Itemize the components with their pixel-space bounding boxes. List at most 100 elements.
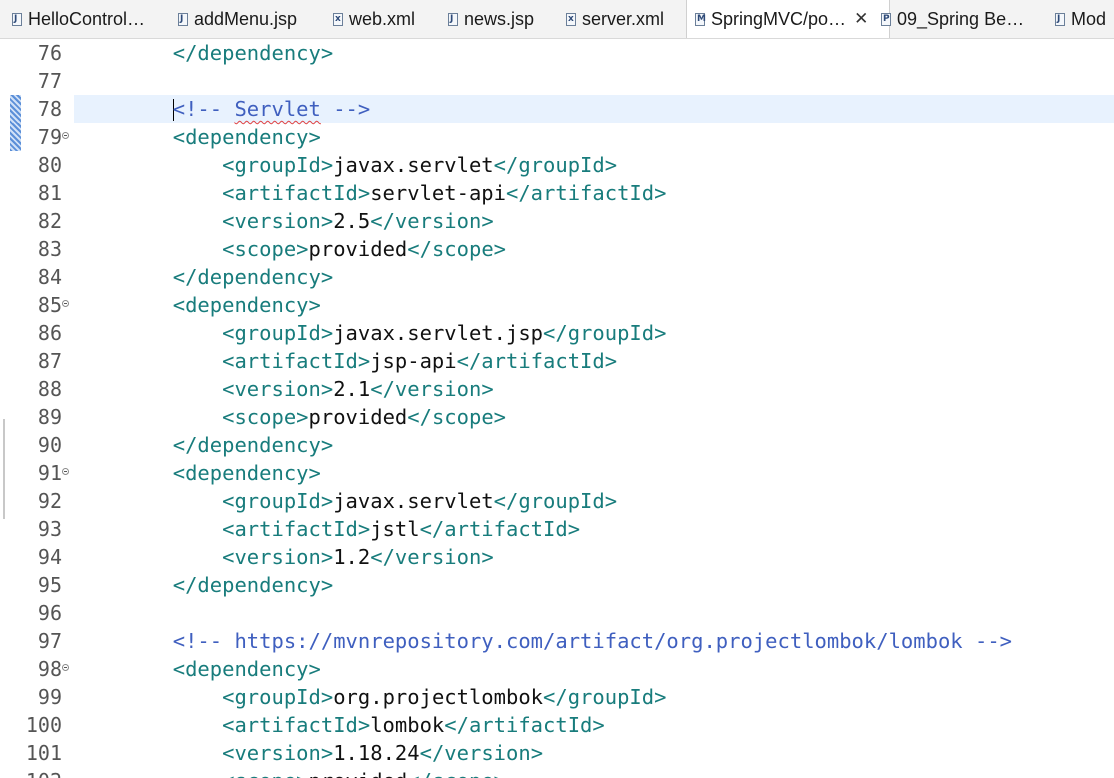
code-text: <groupId>org.projectlombok</groupId>: [74, 683, 666, 711]
code-line[interactable]: 96: [0, 599, 1114, 627]
code-text: </dependency>: [74, 431, 333, 459]
xml-text: jstl: [370, 517, 420, 541]
xml-tag: </version>: [370, 545, 494, 569]
code-line[interactable]: 87 <artifactId>jsp-api</artifactId>: [0, 347, 1114, 375]
xml-tag: <version>: [222, 545, 334, 569]
line-number: 86: [37, 321, 62, 345]
code-text: <groupId>javax.servlet</groupId>: [74, 487, 617, 515]
code-line[interactable]: 90 </dependency>: [0, 431, 1114, 459]
editor-tab-bar: J HelloControl… JaddMenu.jsp x web.xml Jnews.…: [0, 0, 1114, 39]
code-line[interactable]: 82 <version>2.5</version>: [0, 207, 1114, 235]
xml-text: 2.1: [333, 377, 371, 401]
file-icon: J: [448, 12, 458, 26]
code-line[interactable]: 94 <version>1.2</version>: [0, 543, 1114, 571]
line-number: 92: [37, 489, 62, 513]
xml-tag: </artifactId>: [444, 713, 605, 737]
fold-toggle-icon[interactable]: [62, 300, 69, 307]
tab-0[interactable]: J HelloControl…: [12, 0, 172, 38]
line-number: 76: [37, 41, 62, 65]
code-line[interactable]: 98 <dependency>: [0, 655, 1114, 683]
code-line[interactable]: 93 <artifactId>jstl</artifactId>: [0, 515, 1114, 543]
tab-7[interactable]: J Mod: [1055, 0, 1114, 38]
xml-tag: <groupId>: [222, 489, 334, 513]
xml-tag: <groupId>: [222, 321, 334, 345]
fold-toggle-icon[interactable]: [62, 468, 69, 475]
line-number: 83: [37, 237, 62, 261]
code-line[interactable]: 81 <artifactId>servlet-api</artifactId>: [0, 179, 1114, 207]
code-line[interactable]: 79 <dependency>: [0, 123, 1114, 151]
file-icon: J: [178, 12, 188, 26]
tab-5[interactable]: M SpringMVC/po… ✕: [686, 0, 890, 38]
code-text: <version>1.2</version>: [74, 543, 494, 571]
file-icon-glyph: P: [883, 13, 890, 24]
code-line[interactable]: 77: [0, 67, 1114, 95]
code-text: <groupId>javax.servlet</groupId>: [74, 151, 617, 179]
tab-2[interactable]: x web.xml: [333, 0, 443, 38]
code-text: <dependency>: [74, 655, 321, 683]
xml-text: provided: [308, 405, 408, 429]
code-editor[interactable]: 76 </dependency> 77 78 <!-- Servlet --> 79 …: [0, 39, 1114, 778]
xml-tag: </dependency>: [172, 265, 334, 289]
xml-text: provided: [309, 769, 408, 778]
xml-tag: <artifactId>: [222, 349, 371, 373]
code-line[interactable]: 83 <scope>provided</scope>: [0, 235, 1114, 263]
code-line[interactable]: 84 </dependency>: [0, 263, 1114, 291]
line-number: 102: [22, 767, 62, 778]
tab-6[interactable]: P 09_Spring Be…: [881, 0, 1051, 38]
line-number: 101: [25, 741, 62, 765]
code-line[interactable]: 95 </dependency>: [0, 571, 1114, 599]
fold-toggle-icon[interactable]: [62, 132, 69, 139]
tab-label: web.xml: [349, 8, 416, 29]
code-line[interactable]: 89 <scope>provided</scope>: [0, 403, 1114, 431]
close-icon[interactable]: ✕: [854, 9, 868, 29]
xml-tag: <artifactId>: [222, 713, 371, 737]
code-line[interactable]: 102 <scope>provided</scope>: [0, 767, 1114, 778]
xml-text: javax.servlet.jsp: [333, 321, 544, 345]
code-line[interactable]: 97 <!-- https://mvnrepository.com/artifa…: [0, 627, 1114, 655]
xml-tag: </groupId>: [493, 489, 618, 513]
code-line[interactable]: 101 <version>1.18.24</version>: [0, 739, 1114, 767]
code-text: <version>2.1</version>: [74, 375, 494, 403]
code-line[interactable]: 76 </dependency>: [0, 39, 1114, 67]
code-line[interactable]: 100 <artifactId>lombok</artifactId>: [0, 711, 1114, 739]
code-line[interactable]: 91 <dependency>: [0, 459, 1114, 487]
xml-tag: </artifactId>: [419, 517, 581, 541]
code-line[interactable]: 88 <version>2.1</version>: [0, 375, 1114, 403]
xml-tag: <dependency>: [172, 461, 321, 485]
code-text: <artifactId>jsp-api</artifactId>: [74, 347, 617, 375]
code-line[interactable]: 92 <groupId>javax.servlet</groupId>: [0, 487, 1114, 515]
xml-tag: </groupId>: [543, 685, 667, 709]
code-line[interactable]: 86 <groupId>javax.servlet.jsp</groupId>: [0, 319, 1114, 347]
xml-tag: <scope>: [222, 237, 309, 261]
code-text: <scope>provided</scope>: [74, 767, 506, 778]
xml-tag: <artifactId>: [222, 517, 371, 541]
line-number: 94: [37, 545, 62, 569]
tab-label: 09_Spring Be…: [897, 8, 1025, 29]
tab-3[interactable]: Jnews.jsp: [448, 0, 563, 38]
code-line[interactable]: 85 <dependency>: [0, 291, 1114, 319]
code-text: <groupId>javax.servlet.jsp</groupId>: [74, 319, 666, 347]
code-line[interactable]: 78 <!-- Servlet -->: [0, 95, 1114, 123]
xml-comment: -->: [320, 97, 371, 121]
xml-tag: </dependency>: [172, 41, 334, 65]
code-line[interactable]: 80 <groupId>javax.servlet</groupId>: [0, 151, 1114, 179]
tab-label: news.jsp: [464, 8, 535, 29]
change-marker: [10, 123, 21, 151]
tab-1[interactable]: JaddMenu.jsp: [178, 0, 328, 38]
line-number: 88: [37, 377, 62, 401]
tab-4[interactable]: x server.xml: [566, 0, 691, 38]
line-number: 77: [37, 69, 62, 93]
code-text: <!-- https://mvnrepository.com/artifact/…: [74, 627, 1012, 655]
file-icon: J: [12, 12, 22, 26]
line-number: 90: [37, 433, 62, 457]
code-line[interactable]: 99 <groupId>org.projectlombok</groupId>: [0, 683, 1114, 711]
fold-toggle-icon[interactable]: [62, 664, 69, 671]
code-text: <artifactId>servlet-api</artifactId>: [74, 179, 666, 207]
